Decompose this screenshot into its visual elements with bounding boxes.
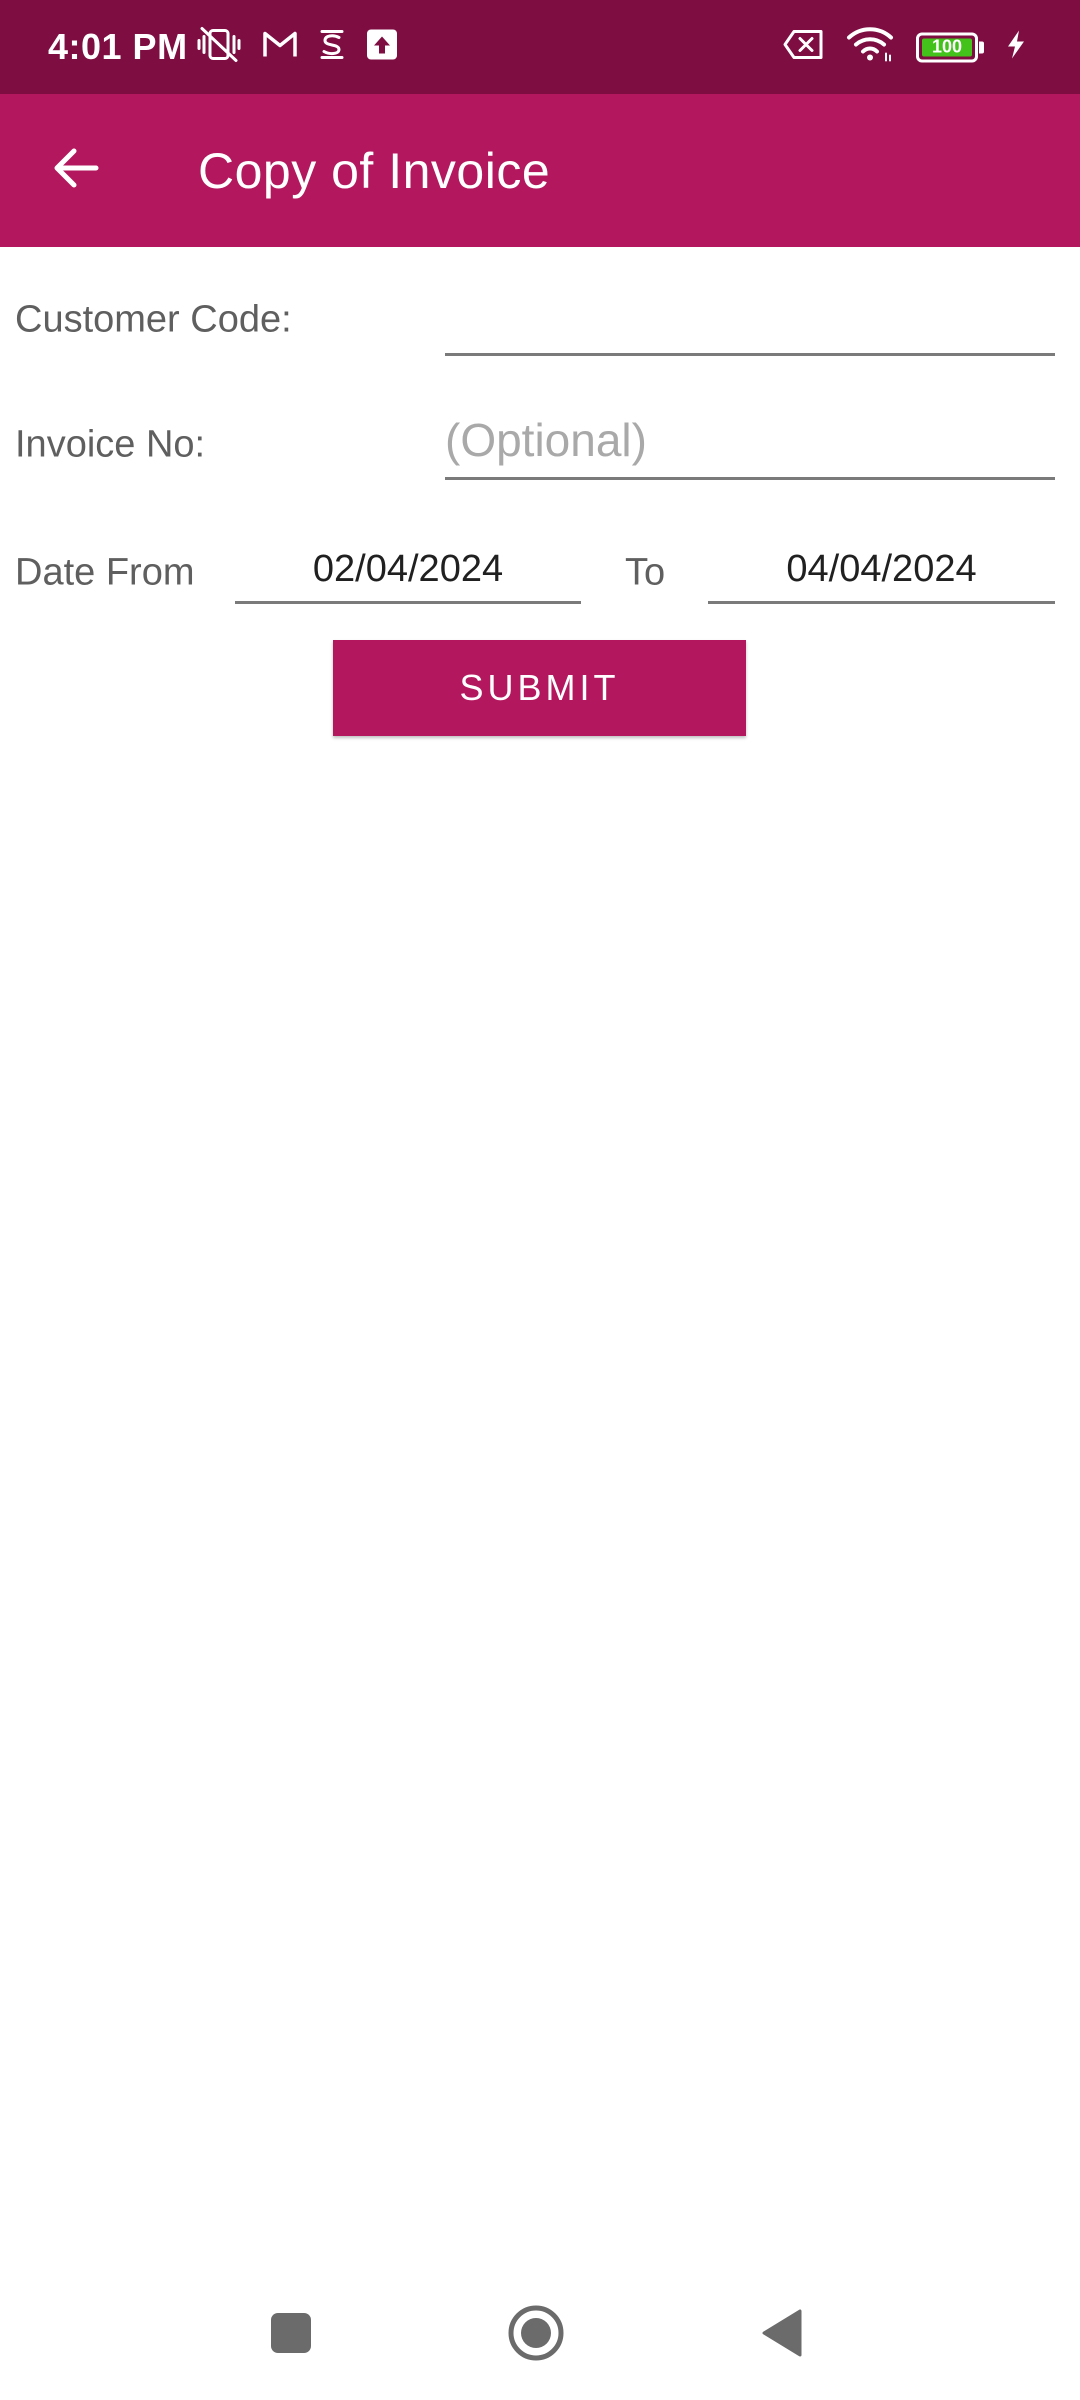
system-back-button[interactable] [737,2290,827,2380]
no-sim-icon [782,29,824,66]
status-right-icons: 100 [782,27,1026,68]
date-to-input[interactable] [708,544,1055,604]
app-bar: Copy of Invoice [0,94,1080,247]
date-from-input[interactable] [235,544,581,604]
status-bar: 4:01 PM 100 [0,0,1080,94]
customer-code-input[interactable] [445,296,1055,356]
charging-icon [1006,30,1026,65]
arrow-back-icon [52,146,100,195]
battery-icon: 100 [916,32,984,62]
upload-icon [366,29,398,66]
battery-body: 100 [916,32,978,62]
back-triangle-icon [760,2308,804,2363]
vibrate-off-icon [196,25,242,70]
date-to-label: To [625,551,666,594]
status-time: 4:01 PM [48,26,188,67]
battery-level: 100 [931,36,963,57]
s-app-icon [318,28,346,67]
page-title: Copy of Invoice [198,142,551,199]
battery-tip [979,41,984,53]
recents-square-icon [270,2312,312,2359]
date-from-label: Date From [15,551,195,594]
back-button[interactable] [36,131,116,211]
invoice-no-input[interactable] [445,408,1055,480]
home-circle-icon [507,2304,565,2367]
gmail-icon [262,30,298,65]
invoice-no-label: Invoice No: [15,423,206,466]
submit-button[interactable]: SUBMIT [333,640,746,736]
home-button[interactable] [491,2290,581,2380]
navigation-bar [0,2270,1080,2400]
recents-button[interactable] [246,2290,336,2380]
wifi-icon [846,27,894,68]
customer-code-label: Customer Code: [15,298,292,341]
status-left-icons [196,25,398,70]
